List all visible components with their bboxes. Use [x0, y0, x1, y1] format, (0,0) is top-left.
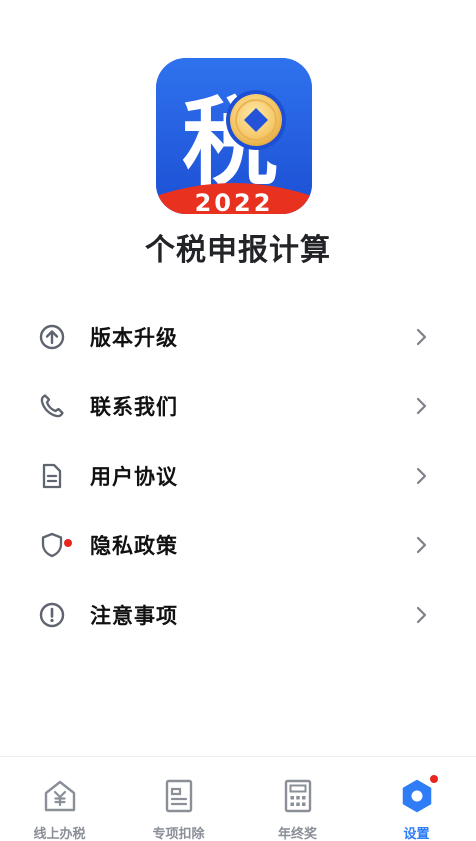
tab-label: 设置: [403, 827, 430, 841]
chevron-right-icon: [416, 328, 427, 345]
document-icon: [42, 463, 62, 488]
tab-settings[interactable]: 设置: [357, 757, 476, 841]
calculator-icon: [284, 779, 311, 813]
settings-menu: 版本升级 联系我们 用户协议 隐私政策 注意事项: [0, 302, 476, 650]
app-logo: 税 2022: [156, 58, 312, 214]
menu-item-label: 隐私政策: [90, 534, 178, 559]
exclamation-circle-icon: [39, 602, 65, 627]
tab-special-deduction[interactable]: 专项扣除: [119, 757, 238, 841]
logo-year: 2022: [195, 189, 274, 214]
shield-icon: [41, 533, 63, 558]
notification-badge: [430, 775, 438, 783]
chevron-right-icon: [416, 606, 427, 623]
menu-item-label: 注意事项: [90, 603, 178, 628]
chevron-right-icon: [416, 398, 427, 415]
tab-label: 线上办税: [33, 827, 86, 841]
menu-item-version-upgrade[interactable]: 版本升级: [0, 302, 476, 372]
menu-item-notes[interactable]: 注意事项: [0, 580, 476, 650]
menu-item-privacy-policy[interactable]: 隐私政策: [0, 511, 476, 581]
settings-hexagon-icon: [402, 779, 431, 813]
chevron-right-icon: [416, 467, 427, 484]
tab-label: 专项扣除: [152, 827, 205, 841]
arrow-up-circle-icon: [39, 324, 65, 349]
menu-item-contact-us[interactable]: 联系我们: [0, 372, 476, 442]
tab-online-tax[interactable]: 线上办税: [0, 757, 119, 841]
form-icon: [165, 779, 192, 813]
menu-item-user-agreement[interactable]: 用户协议: [0, 441, 476, 511]
phone-icon: [40, 394, 64, 418]
tab-year-end-bonus[interactable]: 年终奖: [238, 757, 357, 841]
bottom-tab-bar: 线上办税 专项扣除 年终奖 设置: [0, 756, 476, 841]
menu-item-label: 用户协议: [90, 464, 178, 489]
tab-label: 年终奖: [277, 827, 317, 841]
notification-badge: [64, 538, 72, 547]
menu-item-label: 版本升级: [90, 325, 178, 350]
yuan-house-icon: [44, 780, 75, 812]
app-title: 个税申报计算: [145, 233, 331, 268]
settings-screen: 税 2022 个税申报计算 版本升级 联系我们 用户协议 隐私政策 注意事项 线…: [0, 0, 476, 841]
chevron-right-icon: [416, 537, 427, 554]
menu-item-label: 联系我们: [90, 395, 178, 420]
